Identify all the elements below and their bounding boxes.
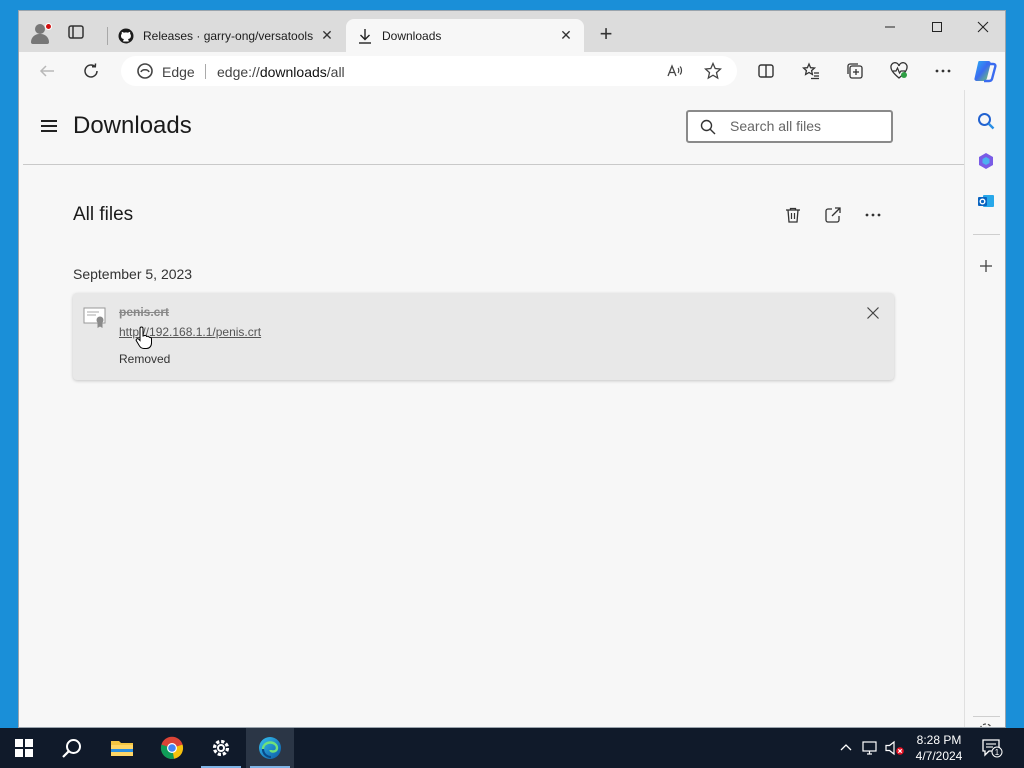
tab-label: Downloads	[382, 28, 442, 43]
tab-label: Releases · garry-ong/versatools	[143, 28, 314, 43]
back-button[interactable]	[33, 58, 61, 84]
url-text[interactable]: edge://downloads/all	[217, 64, 345, 80]
file-explorer-icon[interactable]	[98, 728, 146, 768]
favorite-star-icon[interactable]	[699, 58, 727, 84]
start-button[interactable]	[0, 728, 48, 768]
add-sidebar-app-icon[interactable]	[976, 256, 996, 276]
copilot-icon[interactable]	[971, 57, 999, 85]
address-bar[interactable]: Edge edge://downloads/all	[121, 56, 737, 86]
sidebar-search-icon[interactable]	[976, 111, 996, 131]
read-aloud-icon[interactable]	[661, 58, 689, 84]
settings-app-icon[interactable]	[197, 728, 245, 768]
download-icon	[356, 27, 374, 45]
sidebar-copilot-icon[interactable]	[976, 151, 996, 171]
open-folder-icon[interactable]	[821, 204, 845, 226]
maximize-button[interactable]	[914, 11, 960, 43]
menu-icon[interactable]	[41, 120, 57, 132]
search-input[interactable]	[730, 118, 885, 134]
collections-icon[interactable]	[841, 58, 869, 84]
page-title: Downloads	[73, 112, 192, 139]
address-toolbar: Edge edge://downloads/all	[19, 52, 1005, 90]
taskbar: 8:28 PM 4/7/2024 1	[0, 728, 1024, 768]
download-item[interactable]: penis.crt http://192.168.1.1/penis.crt R…	[73, 293, 894, 380]
profile-avatar-icon[interactable]	[29, 22, 52, 44]
browser-essentials-icon[interactable]	[885, 58, 913, 84]
system-clock[interactable]: 8:28 PM 4/7/2024	[908, 732, 970, 764]
network-icon[interactable]	[860, 728, 882, 768]
clock-date: 4/7/2024	[915, 749, 963, 763]
more-menu-icon[interactable]	[929, 58, 957, 84]
close-window-button[interactable]	[960, 11, 1005, 43]
tab-actions-icon[interactable]	[67, 23, 85, 41]
search-box[interactable]	[686, 110, 893, 143]
sidebar-settings-icon[interactable]	[976, 720, 996, 727]
close-tab-icon[interactable]: ✕	[317, 26, 337, 46]
minimize-button[interactable]	[867, 11, 913, 43]
section-title: All files	[73, 204, 134, 225]
tab-downloads[interactable]: Downloads ✕	[346, 19, 584, 52]
site-label: Edge	[162, 64, 195, 80]
more-options-icon[interactable]	[861, 204, 885, 226]
certificate-file-icon	[83, 307, 107, 334]
search-icon	[700, 119, 716, 140]
clock-time: 8:28 PM	[916, 733, 962, 747]
edge-window: Releases · garry-ong/versatools ✕ Downlo…	[18, 10, 1006, 728]
edge-taskbar-icon[interactable]	[246, 728, 294, 768]
delete-all-icon[interactable]	[781, 204, 805, 226]
header-divider	[23, 164, 964, 165]
show-hidden-icons-icon[interactable]	[836, 728, 856, 768]
volume-muted-icon[interactable]	[884, 728, 906, 768]
tab-strip: Releases · garry-ong/versatools ✕ Downlo…	[19, 11, 1005, 52]
date-group-label: September 5, 2023	[73, 266, 193, 282]
new-tab-button[interactable]: +	[595, 23, 617, 46]
tab-releases[interactable]: Releases · garry-ong/versatools ✕	[107, 19, 345, 52]
chrome-icon[interactable]	[148, 728, 196, 768]
notification-count: 1	[995, 748, 1000, 757]
close-tab-icon[interactable]: ✕	[556, 26, 576, 46]
refresh-button[interactable]	[77, 58, 105, 84]
file-name: penis.crt	[119, 305, 170, 319]
favorites-icon[interactable]	[797, 58, 825, 84]
github-icon	[117, 27, 135, 45]
edge-sidebar	[964, 90, 1005, 727]
split-screen-icon[interactable]	[752, 58, 780, 84]
taskbar-search-icon[interactable]	[48, 728, 96, 768]
notification-center-icon[interactable]: 1	[978, 728, 1006, 768]
downloads-page: Downloads All files September 5, 2023 pe…	[19, 90, 964, 727]
remove-item-icon[interactable]	[863, 303, 883, 323]
edge-site-icon	[137, 63, 153, 84]
hand-cursor-icon	[135, 326, 153, 355]
outlook-icon[interactable]	[976, 191, 996, 211]
